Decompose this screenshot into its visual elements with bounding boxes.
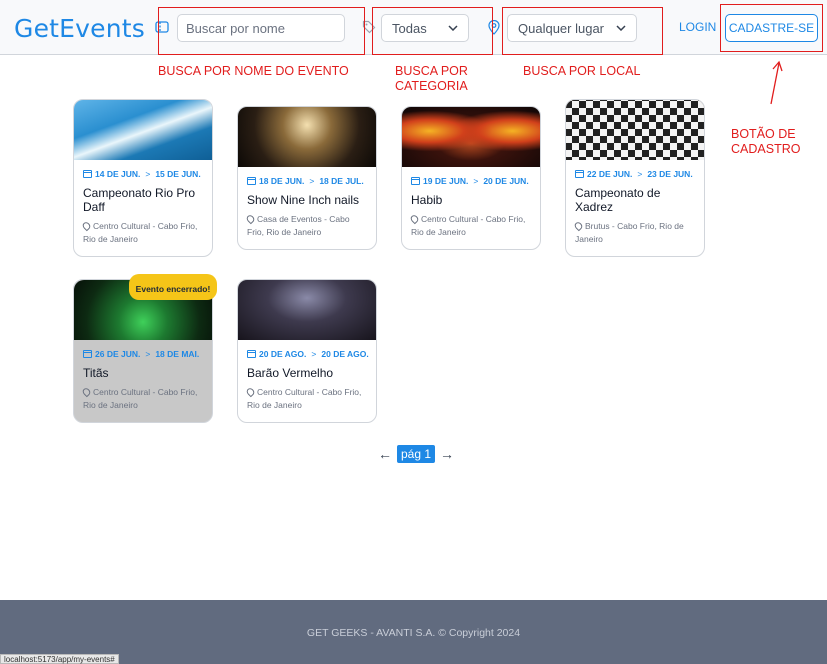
chevron-right-icon: > <box>309 176 315 186</box>
status-bar-url: localhost:5173/app/my-events# <box>0 654 119 664</box>
calendar-icon <box>411 177 420 185</box>
event-dates: 20 DE AGO. >20 DE AGO. <box>247 349 376 359</box>
chevron-right-icon: > <box>473 176 479 186</box>
event-location: Centro Cultural - Cabo Frio, Rio de Jane… <box>245 386 367 412</box>
event-location: Centro Cultural - Cabo Frio, Rio de Jane… <box>409 213 531 239</box>
location-pin-icon <box>81 386 92 398</box>
annotation-label-name: BUSCA POR NOME DO EVENTO <box>158 64 349 78</box>
event-end-date: 18 DE JUL. <box>319 176 364 186</box>
event-location-text: Centro Cultural - Cabo Frio, Rio de Jane… <box>83 387 198 410</box>
event-location: Centro Cultural - Cabo Frio, Rio de Jane… <box>81 386 203 412</box>
event-location-text: Centro Cultural - Cabo Frio, Rio de Jane… <box>83 221 198 244</box>
copyright-text: GET GEEKS - AVANTI S.A. © Copyright 2024 <box>306 627 521 639</box>
event-dates: 22 DE JUN. >23 DE JUN. <box>575 169 704 179</box>
calendar-icon <box>575 170 584 178</box>
current-page-button[interactable]: pág 1 <box>397 445 436 463</box>
location-pin-icon <box>573 220 584 232</box>
calendar-icon <box>83 350 92 358</box>
chevron-right-icon: > <box>311 349 317 359</box>
status-badge: Evento encerrado! <box>129 274 217 300</box>
event-location-text: Casa de Eventos - Cabo Frio, Rio de Jane… <box>247 214 350 237</box>
event-location-text: Centro Cultural - Cabo Frio, Rio de Jane… <box>411 214 526 237</box>
event-dates: 19 DE JUN. >20 DE JUN. <box>411 176 540 186</box>
event-dates: 26 DE JUN. >18 DE MAI. <box>83 349 212 359</box>
chevron-right-icon: > <box>145 349 151 359</box>
event-start-date: 19 DE JUN. <box>423 176 469 186</box>
event-location-text: Centro Cultural - Cabo Frio, Rio de Jane… <box>247 387 362 410</box>
pagination: ← pág 1 → <box>378 445 454 463</box>
annotation-box-name <box>158 7 365 55</box>
event-end-date: 20 DE AGO. <box>321 349 369 359</box>
event-dates: 18 DE JUN. >18 DE JUL. <box>247 176 376 186</box>
footer: GET GEEKS - AVANTI S.A. © Copyright 2024 <box>0 600 827 664</box>
event-dates: 14 DE JUN. >15 DE JUN. <box>83 169 212 179</box>
prev-page-arrow[interactable]: ← <box>378 446 392 462</box>
event-start-date: 20 DE AGO. <box>259 349 307 359</box>
event-location: Casa de Eventos - Cabo Frio, Rio de Jane… <box>245 213 367 239</box>
event-end-date: 20 DE JUN. <box>483 176 529 186</box>
event-end-date: 15 DE JUN. <box>155 169 201 179</box>
event-title: Titãs <box>83 366 109 380</box>
annotation-label-category: BUSCA POR CATEGORIA <box>395 64 468 93</box>
app-logo[interactable]: GetEvents <box>14 14 145 43</box>
annotation-label-location: BUSCA POR LOCAL <box>523 64 641 78</box>
location-pin-icon <box>81 220 92 232</box>
event-card[interactable]: 18 DE JUN. >18 DE JUL. Show Nine Inch nai… <box>237 106 377 250</box>
calendar-icon <box>247 350 256 358</box>
annotation-arrow-icon <box>770 60 783 105</box>
event-image-surf <box>74 100 212 160</box>
calendar-icon <box>83 170 92 178</box>
event-start-date: 22 DE JUN. <box>587 169 633 179</box>
next-page-arrow[interactable]: → <box>440 446 454 462</box>
login-link[interactable]: LOGIN <box>679 20 716 34</box>
event-title: Show Nine Inch nails <box>247 193 360 207</box>
annotation-box-signup <box>720 4 823 52</box>
chevron-right-icon: > <box>637 169 643 179</box>
event-end-date: 23 DE JUN. <box>647 169 693 179</box>
event-image-dance <box>402 107 540 167</box>
event-start-date: 18 DE JUN. <box>259 176 305 186</box>
event-card[interactable]: Evento encerrado! 26 DE JUN. >18 DE MAI. … <box>73 274 217 423</box>
location-pin-icon <box>245 213 256 225</box>
event-image-band <box>238 280 376 340</box>
event-location: Centro Cultural - Cabo Frio, Rio de Jane… <box>81 220 203 246</box>
event-card[interactable]: 19 DE JUN. >20 DE JUN. Habib Centro Cultu… <box>401 106 541 250</box>
event-location-text: Brutus - Cabo Frio, Rio de Janeiro <box>575 221 684 244</box>
event-image-concert <box>238 107 376 167</box>
event-card[interactable]: 14 DE JUN. >15 DE JUN. Campeonato Rio Pro… <box>73 99 213 257</box>
event-title: Barão Vermelho <box>247 366 334 380</box>
calendar-icon <box>247 177 256 185</box>
annotation-box-category <box>372 7 493 55</box>
chevron-right-icon: > <box>145 169 151 179</box>
event-title: Habib <box>411 193 443 207</box>
annotation-label-signup: BOTÃO DE CADASTRO <box>731 127 801 156</box>
event-card[interactable]: 22 DE JUN. >23 DE JUN. Campeonato de Xadr… <box>565 99 705 257</box>
event-image-chess <box>566 100 704 160</box>
event-title: Campeonato Rio Pro Daff <box>83 186 196 214</box>
annotation-box-location <box>502 7 663 55</box>
event-start-date: 14 DE JUN. <box>95 169 141 179</box>
event-location: Brutus - Cabo Frio, Rio de Janeiro <box>573 220 695 246</box>
location-pin-icon <box>409 213 420 225</box>
location-pin-icon <box>245 386 256 398</box>
event-end-date: 18 DE MAI. <box>155 349 200 359</box>
event-start-date: 26 DE JUN. <box>95 349 141 359</box>
event-title: Campeonato de Xadrez <box>575 186 661 214</box>
event-card[interactable]: 20 DE AGO. >20 DE AGO. Barão Vermelho Cen… <box>237 279 377 423</box>
